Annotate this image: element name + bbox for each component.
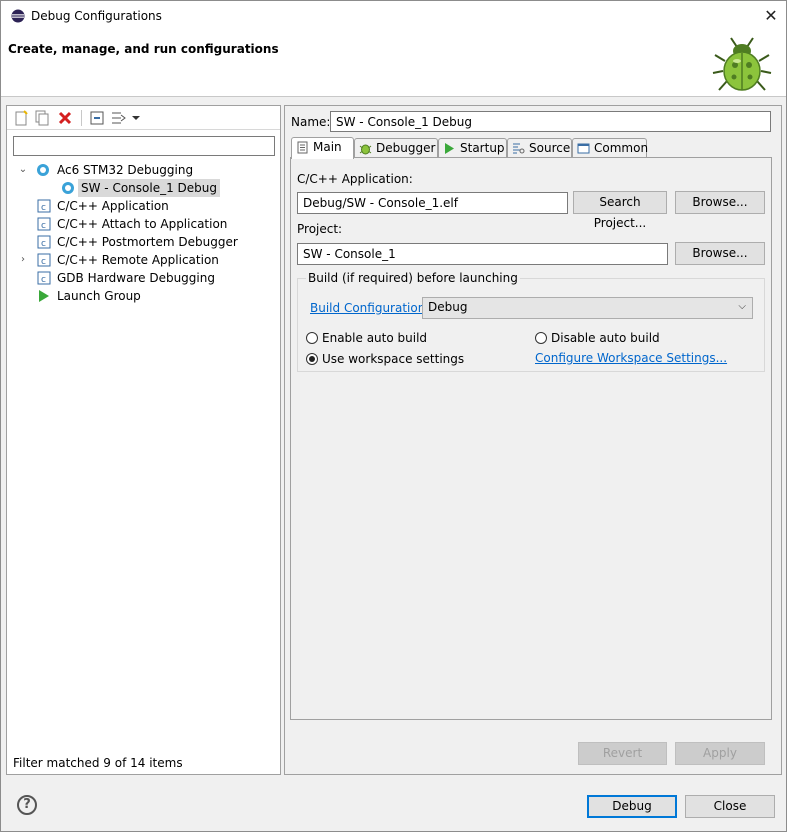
- tab-label: Debugger: [376, 141, 436, 155]
- application-input[interactable]: [297, 192, 568, 214]
- tree-item-label: C/C++ Application: [57, 199, 169, 213]
- radio-off-icon: [306, 332, 318, 344]
- tab-label: Main: [313, 140, 342, 154]
- close-button[interactable]: Close: [685, 795, 775, 818]
- filter-icon[interactable]: [111, 110, 127, 126]
- tree-item-sw-console-debug[interactable]: SW - Console_1 Debug: [17, 179, 277, 197]
- browse-application-button[interactable]: Browse...: [675, 191, 765, 214]
- radio-off-icon: [535, 332, 547, 344]
- tab-common[interactable]: Common: [572, 138, 649, 158]
- tree-item-gdb-hardware[interactable]: c GDB Hardware Debugging: [17, 269, 277, 287]
- chevron-right-icon[interactable]: ›: [17, 251, 29, 269]
- name-input[interactable]: [330, 111, 771, 132]
- tree-toolbar: [7, 106, 280, 130]
- use-workspace-settings-radio[interactable]: Use workspace settings: [306, 351, 464, 367]
- tree-item-label: SW - Console_1 Debug: [78, 179, 220, 197]
- c-app-icon: c: [37, 217, 51, 231]
- tab-label: Startup: [460, 141, 505, 155]
- tab-source[interactable]: Source: [507, 138, 572, 158]
- title-bar: Debug Configurations ✕: [1, 1, 786, 32]
- chevron-down-icon[interactable]: ⌄: [17, 161, 29, 179]
- radio-label: Enable auto build: [322, 331, 428, 345]
- svg-text:c: c: [41, 239, 46, 249]
- build-group-title: Build (if required) before launching: [306, 271, 520, 285]
- tree-item-launch-group[interactable]: Launch Group: [17, 287, 277, 305]
- launch-group-icon: [39, 290, 49, 302]
- svg-text:c: c: [41, 221, 46, 231]
- project-label: Project:: [297, 222, 343, 236]
- stm32-config-icon: [62, 182, 74, 194]
- tree-item-label: C/C++ Remote Application: [57, 253, 219, 267]
- tab-debugger[interactable]: Debugger: [354, 138, 438, 158]
- radio-on-icon: [306, 353, 318, 365]
- chevron-down-icon: ⌵: [738, 301, 746, 312]
- svg-text:c: c: [41, 275, 46, 285]
- build-configuration-value: Debug: [428, 300, 468, 314]
- project-input[interactable]: [297, 243, 668, 265]
- startup-tab-icon: [445, 143, 454, 154]
- tab-main[interactable]: Main: [291, 137, 354, 159]
- toolbar-separator: [81, 110, 82, 126]
- application-label: C/C++ Application:: [297, 172, 413, 186]
- header-banner: Create, manage, and run configurations: [1, 32, 786, 97]
- svg-text:c: c: [41, 257, 46, 267]
- name-label: Name:: [291, 115, 331, 129]
- tab-label: Common: [594, 141, 649, 155]
- svg-text:c: c: [41, 203, 46, 213]
- radio-label: Use workspace settings: [322, 352, 465, 366]
- revert-button[interactable]: Revert: [578, 742, 667, 765]
- c-app-icon: c: [37, 199, 51, 213]
- collapse-all-icon[interactable]: [89, 110, 105, 126]
- configuration-tree-panel: ⌄ Ac6 STM32 Debugging SW - Console_1 Deb…: [6, 105, 281, 775]
- c-app-icon: c: [37, 253, 51, 267]
- tab-label: Source: [529, 141, 571, 155]
- duplicate-icon[interactable]: [34, 110, 50, 126]
- filter-status: Filter matched 9 of 14 items: [13, 756, 183, 770]
- search-project-button[interactable]: Search Project...: [573, 191, 667, 230]
- main-tab-icon: [297, 141, 308, 154]
- delete-icon[interactable]: [57, 110, 73, 126]
- source-tab-icon: [513, 143, 525, 154]
- tree-item-c-remote[interactable]: › c C/C++ Remote Application: [17, 251, 277, 269]
- new-configuration-icon[interactable]: [13, 110, 29, 126]
- stm32-debug-icon: [37, 164, 49, 176]
- build-group: Build (if required) before launching Bui…: [297, 271, 765, 372]
- build-configuration-link[interactable]: Build Configuration:: [310, 301, 429, 315]
- tree-item-c-attach[interactable]: c C/C++ Attach to Application: [17, 215, 277, 233]
- debug-configurations-dialog: Debug Configurations ✕ Create, manage, a…: [0, 0, 787, 832]
- debugger-tab-icon: [359, 144, 372, 155]
- tree-item-c-postmortem[interactable]: c C/C++ Postmortem Debugger: [17, 233, 277, 251]
- debug-button[interactable]: Debug: [587, 795, 677, 818]
- window-title: Debug Configurations: [31, 9, 162, 23]
- close-icon[interactable]: ✕: [756, 3, 786, 29]
- browse-project-button[interactable]: Browse...: [675, 242, 765, 265]
- configuration-editor: Name: Main Debugger Startup Source Commo…: [284, 105, 782, 775]
- tree-item-label: Ac6 STM32 Debugging: [57, 163, 194, 177]
- c-app-icon: c: [37, 235, 51, 249]
- tree-item-label: GDB Hardware Debugging: [57, 271, 215, 285]
- radio-label: Disable auto build: [551, 331, 660, 345]
- main-tab-content: C/C++ Application: Search Project... Bro…: [290, 157, 772, 720]
- tab-startup[interactable]: Startup: [438, 138, 507, 158]
- tree-item-ac6-stm32[interactable]: ⌄ Ac6 STM32 Debugging: [17, 161, 277, 179]
- filter-input[interactable]: [13, 136, 275, 156]
- chevron-down-icon[interactable]: [131, 110, 141, 126]
- tree-item-c-application[interactable]: c C/C++ Application: [17, 197, 277, 215]
- tree-item-label: C/C++ Postmortem Debugger: [57, 235, 238, 249]
- banner-heading: Create, manage, and run configurations: [8, 42, 279, 56]
- tree-item-label: C/C++ Attach to Application: [57, 217, 228, 231]
- c-app-icon: c: [37, 271, 51, 285]
- eclipse-icon: [11, 9, 25, 23]
- debug-bug-icon: [712, 37, 772, 91]
- help-icon[interactable]: ?: [17, 795, 37, 815]
- enable-auto-build-radio[interactable]: Enable auto build: [306, 330, 427, 346]
- disable-auto-build-radio[interactable]: Disable auto build: [535, 330, 660, 346]
- configure-workspace-link[interactable]: Configure Workspace Settings...: [535, 351, 727, 365]
- tree-item-label: Launch Group: [57, 289, 141, 303]
- common-tab-icon: [577, 143, 590, 154]
- apply-button[interactable]: Apply: [675, 742, 765, 765]
- build-configuration-select[interactable]: Debug ⌵: [422, 297, 753, 319]
